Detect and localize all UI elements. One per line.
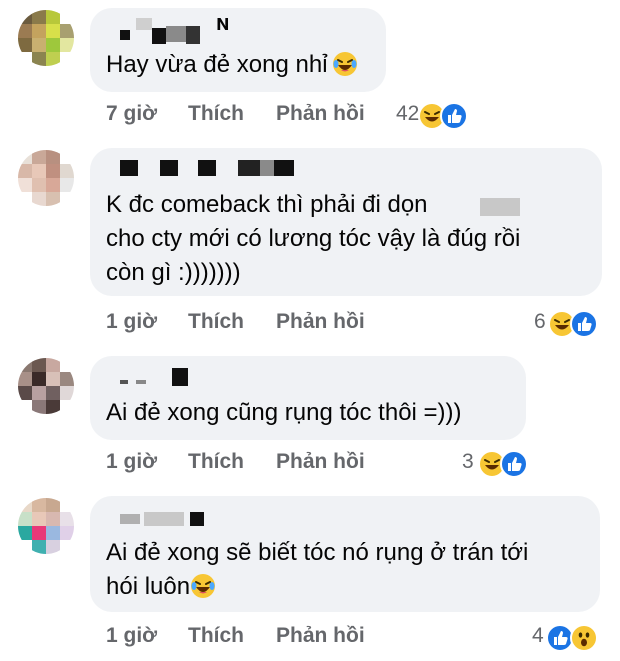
reaction-summary[interactable]: 4 [532, 624, 602, 652]
laughing-tears-icon [190, 573, 216, 599]
comment-time[interactable]: 1 giờ [106, 310, 157, 334]
like-button[interactable]: Thích [188, 102, 244, 126]
like-button[interactable]: Thích [188, 450, 244, 474]
avatar[interactable] [18, 498, 74, 554]
reaction-count: 6 [534, 310, 546, 333]
reaction-summary[interactable]: 6 [534, 310, 606, 338]
like-icon [570, 310, 598, 338]
reply-button[interactable]: Phản hồi [276, 102, 365, 126]
reaction-count: 42 [396, 102, 420, 125]
comment-actions: 1 giờ Thích Phản hồi 4 [106, 624, 602, 652]
commenter-name-redacted[interactable] [106, 366, 510, 388]
reaction-count: 3 [462, 450, 474, 473]
like-icon [500, 450, 528, 478]
reaction-summary[interactable]: 3 [462, 450, 536, 478]
comment-time[interactable]: 1 giờ [106, 450, 157, 474]
reaction-summary[interactable]: 42 [396, 102, 486, 130]
like-icon [440, 102, 468, 130]
reaction-count: 4 [532, 624, 544, 647]
comment-actions: 7 giờ Thích Phản hồi 42 [106, 102, 486, 130]
comment-time[interactable]: 1 giờ [106, 624, 157, 648]
commenter-name-redacted[interactable]: ɴ [106, 10, 370, 44]
comment-actions: 1 giờ Thích Phản hồi 6 [106, 310, 606, 338]
reply-button[interactable]: Phản hồi [276, 450, 365, 474]
comment-text: Ai đẻ xong sẽ biết tóc nó rụng ở trán tớ… [106, 539, 529, 600]
avatar[interactable] [18, 150, 74, 206]
wow-icon [570, 624, 598, 652]
avatar[interactable] [18, 10, 74, 66]
comment-text: Hay vừa đẻ xong nhỉ [106, 48, 370, 82]
avatar[interactable] [18, 358, 74, 414]
like-button[interactable]: Thích [188, 310, 244, 334]
reply-button[interactable]: Phản hồi [276, 624, 365, 648]
commenter-name-redacted[interactable] [106, 158, 586, 180]
comment-bubble: Ai đẻ xong sẽ biết tóc nó rụng ở trán tớ… [90, 496, 600, 612]
commenter-name-redacted[interactable] [106, 506, 584, 528]
comment-actions: 1 giờ Thích Phản hồi 3 [106, 450, 536, 478]
comment-bubble: K đc comeback thì phải đi dọn cho cty mớ… [90, 148, 602, 296]
comment-text: Ai đẻ xong cũng rụng tóc thôi =))) [106, 399, 462, 426]
comment-bubble: Ai đẻ xong cũng rụng tóc thôi =))) [90, 356, 526, 440]
comment-time[interactable]: 7 giờ [106, 102, 157, 126]
redacted-word [480, 198, 520, 216]
commenter-name-fragment: ɴ [216, 10, 230, 35]
laughing-tears-icon [332, 51, 358, 77]
comment-bubble: ɴ Hay vừa đẻ xong nhỉ [90, 8, 386, 92]
like-button[interactable]: Thích [188, 624, 244, 648]
reply-button[interactable]: Phản hồi [276, 310, 365, 334]
